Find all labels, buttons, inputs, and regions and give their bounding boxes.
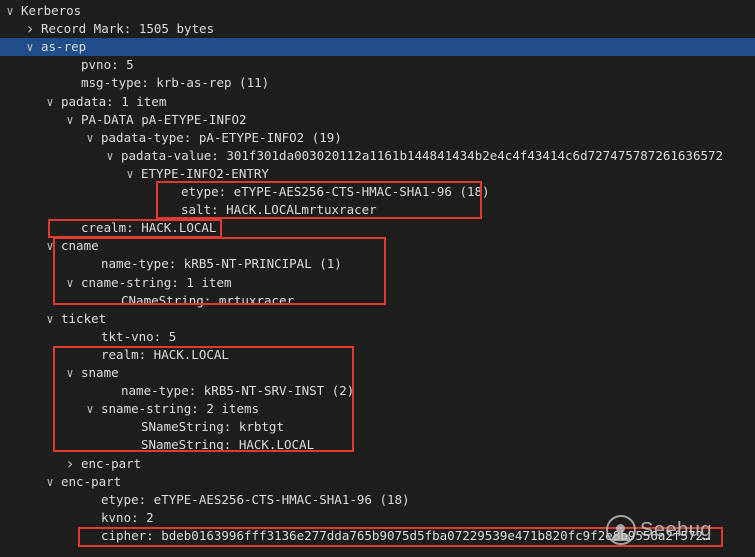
chevron-right-icon[interactable]: › bbox=[64, 455, 76, 473]
chevron-right-icon[interactable]: › bbox=[24, 20, 36, 38]
tree-row-label: realm: HACK.LOCAL bbox=[101, 346, 229, 362]
tree-row[interactable]: ∨ padata-value: 301f301da003020112a1161b1… bbox=[0, 147, 755, 165]
tree-row[interactable]: etype: eTYPE-AES256-CTS-HMAC-SHA1-96 (18… bbox=[0, 491, 755, 509]
tree-row[interactable]: name-type: kRB5-NT-SRV-INST (2) bbox=[0, 382, 755, 400]
tree-row-label: padata-type: pA-ETYPE-INFO2 (19) bbox=[101, 129, 342, 145]
tree-row-label: as-rep bbox=[41, 39, 87, 55]
tree-row[interactable]: pvno: 5 bbox=[0, 56, 755, 74]
tree-row[interactable]: tkt-vno: 5 bbox=[0, 328, 755, 346]
tree-row-label: padata-value: 301f301da003020112a1161b14… bbox=[121, 147, 724, 163]
chevron-down-icon[interactable]: ∨ bbox=[84, 400, 96, 418]
tree-row[interactable]: etype: eTYPE-AES256-CTS-HMAC-SHA1-96 (18… bbox=[0, 183, 755, 201]
tree-row-label: name-type: kRB5-NT-PRINCIPAL (1) bbox=[101, 256, 342, 272]
tree-row-label: ETYPE-INFO2-ENTRY bbox=[141, 165, 269, 181]
tree-row-label: pvno: 5 bbox=[81, 57, 134, 73]
tree-row-label: kvno: 2 bbox=[101, 509, 154, 525]
watermark-text: Seebug bbox=[640, 518, 712, 541]
tree-row-label: CNameString: mrtuxracer bbox=[121, 292, 295, 308]
chevron-down-icon[interactable]: ∨ bbox=[64, 111, 76, 129]
tree-row-label: enc-part bbox=[81, 455, 142, 471]
tree-row-label: tkt-vno: 5 bbox=[101, 328, 177, 344]
tree-row[interactable]: ∨ Kerberos bbox=[0, 2, 755, 20]
tree-row-label: ticket bbox=[61, 310, 107, 326]
chevron-down-icon[interactable]: ∨ bbox=[64, 274, 76, 292]
tree-row[interactable]: SNameString: krbtgt bbox=[0, 418, 755, 436]
chevron-down-icon[interactable]: ∨ bbox=[24, 38, 36, 56]
tree-row[interactable]: ∨ enc-part bbox=[0, 473, 755, 491]
tree-row[interactable]: crealm: HACK.LOCAL bbox=[0, 219, 755, 237]
seebug-logo-icon bbox=[606, 515, 636, 545]
tree-row-label: cname bbox=[61, 238, 99, 254]
tree-row-label: padata: 1 item bbox=[61, 93, 167, 109]
tree-row-label: Kerberos bbox=[21, 3, 82, 18]
tree-row-label: SNameString: krbtgt bbox=[141, 419, 284, 435]
tree-row-label: crealm: HACK.LOCAL bbox=[81, 220, 217, 236]
chevron-down-icon[interactable]: ∨ bbox=[84, 129, 96, 147]
tree-row[interactable]: › Record Mark: 1505 bytes bbox=[0, 20, 755, 38]
tree-row-label: PA-DATA pA-ETYPE-INFO2 bbox=[81, 111, 247, 127]
chevron-down-icon[interactable]: ∨ bbox=[44, 93, 56, 111]
tree-row[interactable]: ∨ PA-DATA pA-ETYPE-INFO2 bbox=[0, 111, 755, 129]
chevron-down-icon[interactable]: ∨ bbox=[44, 237, 56, 255]
chevron-down-icon[interactable]: ∨ bbox=[64, 364, 76, 382]
tree-row[interactable]: ∨ ticket bbox=[0, 310, 755, 328]
chevron-down-icon[interactable]: ∨ bbox=[4, 2, 16, 20]
tree-row-label: SNameString: HACK.LOCAL bbox=[141, 437, 315, 453]
tree-row[interactable]: msg-type: krb-as-rep (11) bbox=[0, 74, 755, 92]
tree-row-label: Record Mark: 1505 bytes bbox=[41, 21, 215, 37]
tree-row-label: cname-string: 1 item bbox=[81, 274, 232, 290]
tree-row[interactable]: CNameString: mrtuxracer bbox=[0, 292, 755, 310]
tree-row-label: etype: eTYPE-AES256-CTS-HMAC-SHA1-96 (18… bbox=[101, 491, 410, 507]
tree-row[interactable]: salt: HACK.LOCALmrtuxracer bbox=[0, 201, 755, 219]
tree-row[interactable]: ∨ padata: 1 item bbox=[0, 93, 755, 111]
tree-row[interactable]: ∨ ETYPE-INFO2-ENTRY bbox=[0, 165, 755, 183]
tree-row[interactable]: ∨ sname bbox=[0, 364, 755, 382]
tree-row[interactable]: ∨ cname-string: 1 item bbox=[0, 274, 755, 292]
tree-row[interactable]: ∨ sname-string: 2 items bbox=[0, 400, 755, 418]
tree-row[interactable]: ∨ as-rep bbox=[0, 38, 755, 57]
tree-row-label: salt: HACK.LOCALmrtuxracer bbox=[181, 202, 377, 218]
chevron-down-icon[interactable]: ∨ bbox=[44, 473, 56, 491]
tree-row-label: sname-string: 2 items bbox=[101, 401, 260, 417]
chevron-down-icon[interactable]: ∨ bbox=[104, 147, 116, 165]
tree-row[interactable]: name-type: kRB5-NT-PRINCIPAL (1) bbox=[0, 255, 755, 273]
tree-row[interactable]: realm: HACK.LOCAL bbox=[0, 346, 755, 364]
seebug-watermark: Seebug bbox=[606, 510, 726, 550]
chevron-down-icon[interactable]: ∨ bbox=[124, 165, 136, 183]
tree-row[interactable]: › enc-part bbox=[0, 455, 755, 473]
tree-row-label: etype: eTYPE-AES256-CTS-HMAC-SHA1-96 (18… bbox=[181, 184, 490, 199]
tree-row-label: msg-type: krb-as-rep (11) bbox=[81, 75, 270, 91]
tree-row-label: enc-part bbox=[61, 473, 122, 489]
packet-details-tree: ∨ Kerberos › Record Mark: 1505 bytes ∨ as-rep… bbox=[0, 0, 755, 557]
tree-row[interactable]: ∨ padata-type: pA-ETYPE-INFO2 (19) bbox=[0, 129, 755, 147]
tree-row[interactable]: SNameString: HACK.LOCAL bbox=[0, 436, 755, 454]
tree-row[interactable]: ∨ cname bbox=[0, 237, 755, 255]
tree-row-label: sname bbox=[81, 365, 119, 380]
chevron-down-icon[interactable]: ∨ bbox=[44, 310, 56, 328]
tree-row-label: name-type: kRB5-NT-SRV-INST (2) bbox=[121, 383, 355, 399]
